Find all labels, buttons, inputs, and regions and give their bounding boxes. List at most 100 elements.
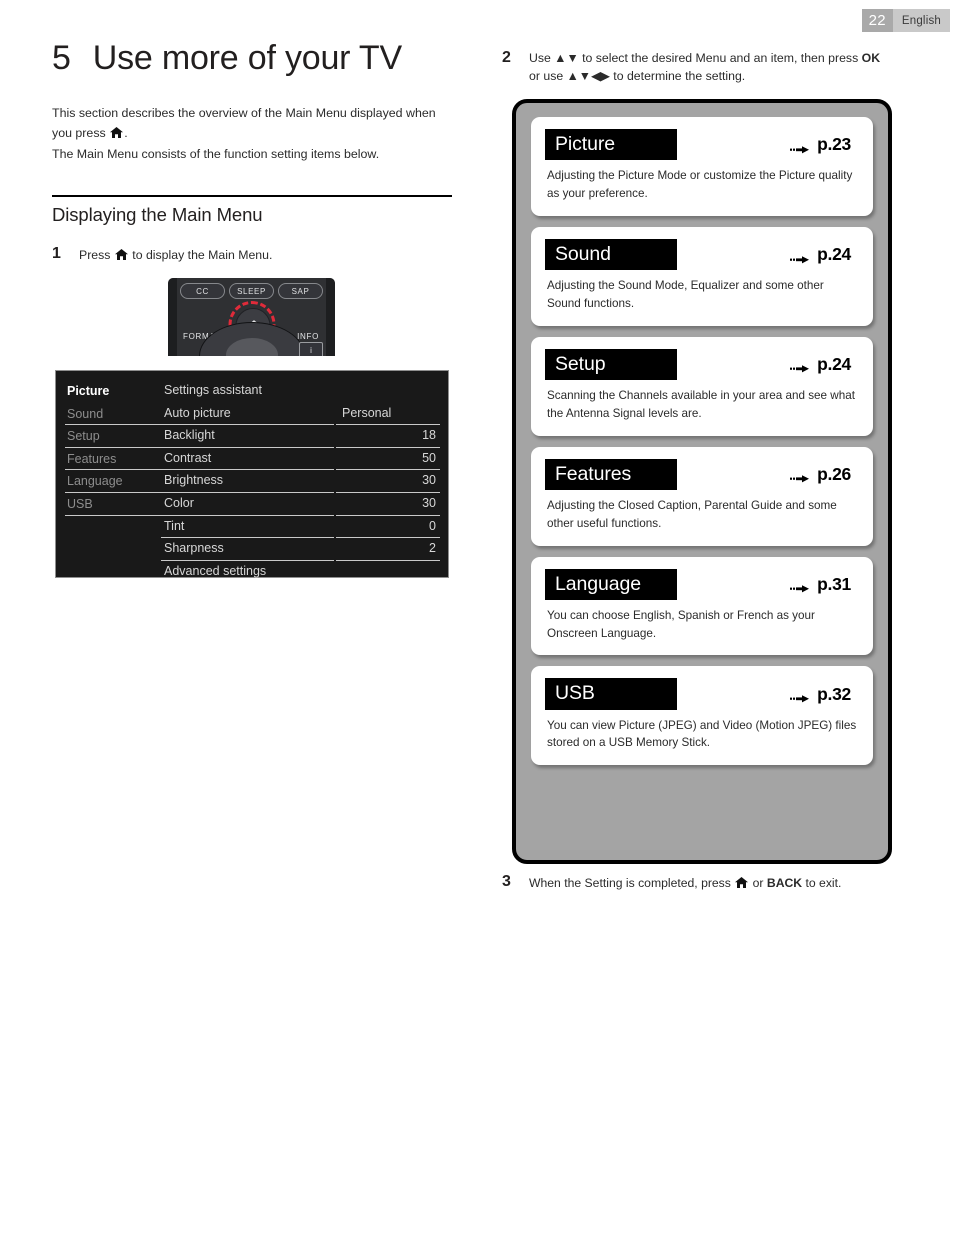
- tv-menu-nav-item-features: Features: [65, 448, 161, 471]
- tv-menu-settings-column: Settings assistant Auto picture Personal…: [161, 371, 448, 578]
- desc-line-2: Sound functions.: [547, 296, 635, 310]
- arrow-updownleftright-icon: ▲▼◀▶: [566, 69, 610, 84]
- page-title: 5 Use more of your TV: [52, 39, 452, 77]
- step-1: 1 Press to display the Main Menu.: [52, 244, 452, 265]
- remote-info-button: i: [299, 342, 323, 356]
- menu-panel-usb[interactable]: USB p.32 You can view Picture (JPEG) and…: [531, 666, 873, 766]
- panel-header: Language p.31: [545, 568, 859, 600]
- step-3-text-before: When the Setting is completed, press: [529, 876, 731, 890]
- page-reference-text: p.32: [817, 683, 851, 704]
- dashed-arrow-icon: [790, 140, 810, 154]
- section-divider: [52, 194, 452, 197]
- tv-menu-row-value: 18: [336, 425, 440, 448]
- tv-menu-nav-item-setup: Setup: [65, 425, 161, 448]
- menu-panel-language[interactable]: Language p.31 You can choose English, Sp…: [531, 556, 873, 656]
- table-row: Advanced settings: [161, 561, 440, 584]
- tv-menu-row-label: Auto picture: [161, 403, 334, 426]
- step-2-line1-b: to select the desired Menu and an item, …: [582, 51, 859, 65]
- page-reference-features[interactable]: p.26: [790, 464, 859, 485]
- panel-description-language: You can choose English, Spanish or Frenc…: [545, 607, 859, 643]
- tv-menu-nav-item-language: Language: [65, 470, 161, 493]
- desc-line-1: You can view Picture (JPEG) and Video (M…: [547, 718, 857, 732]
- remote-top-button-row: CC SLEEP SAP: [180, 283, 323, 299]
- chapter-title-text: Use more of your TV: [92, 39, 402, 77]
- home-icon: [735, 877, 749, 888]
- tv-menu-row-label: Sharpness: [161, 538, 334, 561]
- remote-button-sleep: SLEEP: [229, 283, 274, 299]
- tv-menu-nav-item-picture: Picture: [67, 384, 110, 398]
- tv-menu-row-value: 30: [336, 470, 440, 493]
- page-reference-picture[interactable]: p.23: [790, 134, 859, 155]
- page-reference-text: p.24: [817, 353, 851, 374]
- table-row: Auto picture Personal: [161, 403, 440, 426]
- step-2: 2 Use ▲▼ to select the desired Menu and …: [502, 48, 902, 86]
- tv-menu-row-label: Brightness: [161, 470, 334, 493]
- table-row: Contrast 50: [161, 448, 440, 471]
- step-1-number: 1: [52, 244, 61, 262]
- page-reference-text: p.23: [817, 134, 851, 155]
- menu-panel-features[interactable]: Features p.26 Adjusting the Closed Capti…: [531, 446, 873, 546]
- tv-menu-nav-column: Picture Sound Setup Features Language US…: [56, 371, 161, 577]
- intro-line-2-suffix: .: [124, 126, 128, 141]
- tv-menu-row-label: Backlight: [161, 425, 334, 448]
- table-row: Color 30: [161, 493, 440, 516]
- remote-left-edge: [168, 278, 177, 356]
- dashed-arrow-icon: [790, 469, 810, 483]
- tv-menu-row-value: [336, 561, 440, 584]
- desc-line-2: the Antenna Signal levels are.: [547, 406, 702, 420]
- home-icon: [114, 248, 128, 260]
- table-row: Settings assistant: [161, 380, 440, 403]
- desc-line-2: stored on a USB Memory Stick.: [547, 736, 711, 750]
- remote-control-figure: CC SLEEP SAP FORMAT INFO i: [168, 278, 335, 356]
- table-row: Backlight 18: [161, 425, 440, 448]
- page-reference-setup[interactable]: p.24: [790, 354, 859, 375]
- desc-line-1: You can choose English, Spanish or Frenc…: [547, 608, 815, 622]
- tv-menu-row-value: [336, 380, 440, 403]
- desc-line-1: Adjusting the Closed Caption, Parental G…: [547, 498, 837, 512]
- tv-menu-row-label: Color: [161, 493, 334, 516]
- section-title: Displaying the Main Menu: [52, 203, 263, 225]
- intro-paragraph: This section describes the overview of t…: [52, 103, 452, 163]
- step-2-line2-a: or use: [529, 69, 564, 84]
- panel-header: Setup p.24: [545, 348, 859, 381]
- dashed-arrow-icon: [790, 250, 810, 263]
- step-3-text-middle: or: [752, 876, 764, 890]
- menu-panel-setup[interactable]: Setup p.24 Scanning the Channels availab…: [531, 336, 873, 436]
- menu-panel-picture[interactable]: Picture p.23 Adjusting the Picture Mode …: [531, 117, 873, 216]
- intro-line-1: This section describes the overview of t…: [52, 106, 436, 121]
- step-2-line2-b: to determine the setting.: [613, 69, 746, 84]
- page-reference-text: p.24: [817, 244, 851, 265]
- page-reference-language[interactable]: p.31: [790, 574, 859, 595]
- panel-description-usb: You can view Picture (JPEG) and Video (M…: [545, 717, 859, 753]
- tv-menu-nav-item-sound: Sound: [65, 403, 161, 426]
- page-reference-usb[interactable]: p.32: [790, 684, 859, 705]
- menu-panel-sound[interactable]: Sound p.24 Adjusting the Sound Mode, Equ…: [531, 226, 873, 326]
- panel-description-picture: Adjusting the Picture Mode or customize …: [545, 167, 859, 203]
- step-2-number: 2: [502, 49, 511, 66]
- panel-header: Sound p.24: [545, 238, 859, 271]
- page-header-badges: 22 English: [861, 9, 950, 32]
- remote-label-info: INFO: [297, 332, 319, 341]
- dashed-arrow-icon: [790, 359, 810, 373]
- chapter-number: 5: [52, 39, 71, 77]
- ok-key-label: OK: [861, 51, 881, 65]
- panel-description-features: Adjusting the Closed Caption, Parental G…: [545, 497, 859, 533]
- page-reference-text: p.31: [817, 573, 851, 594]
- right-column: 2 Use ▲▼ to select the desired Menu and …: [502, 48, 902, 86]
- panel-header: Features p.26: [545, 458, 859, 490]
- remote-right-edge: [326, 278, 335, 356]
- tv-menu-row-label: Tint: [161, 516, 334, 539]
- dashed-arrow-icon: [790, 579, 810, 593]
- panel-description-sound: Adjusting the Sound Mode, Equalizer and …: [545, 277, 859, 313]
- step-1-text: Press to display the Main Menu.: [79, 244, 272, 265]
- arrow-updown-icon: ▲▼: [554, 51, 579, 65]
- tv-menu-row-value: Personal: [336, 403, 440, 426]
- panel-title-picture: Picture: [545, 129, 677, 161]
- main-menu-overview-frame: Picture p.23 Adjusting the Picture Mode …: [512, 99, 892, 864]
- intro-line-3: The Main Menu consists of the function s…: [52, 146, 380, 161]
- panel-title-language: Language: [545, 568, 677, 600]
- tv-menu-row-label: Settings assistant: [164, 383, 262, 397]
- page-reference-sound[interactable]: p.24: [790, 244, 859, 265]
- panel-title-usb: USB: [545, 678, 677, 710]
- desc-line-2: other useful functions.: [547, 516, 662, 530]
